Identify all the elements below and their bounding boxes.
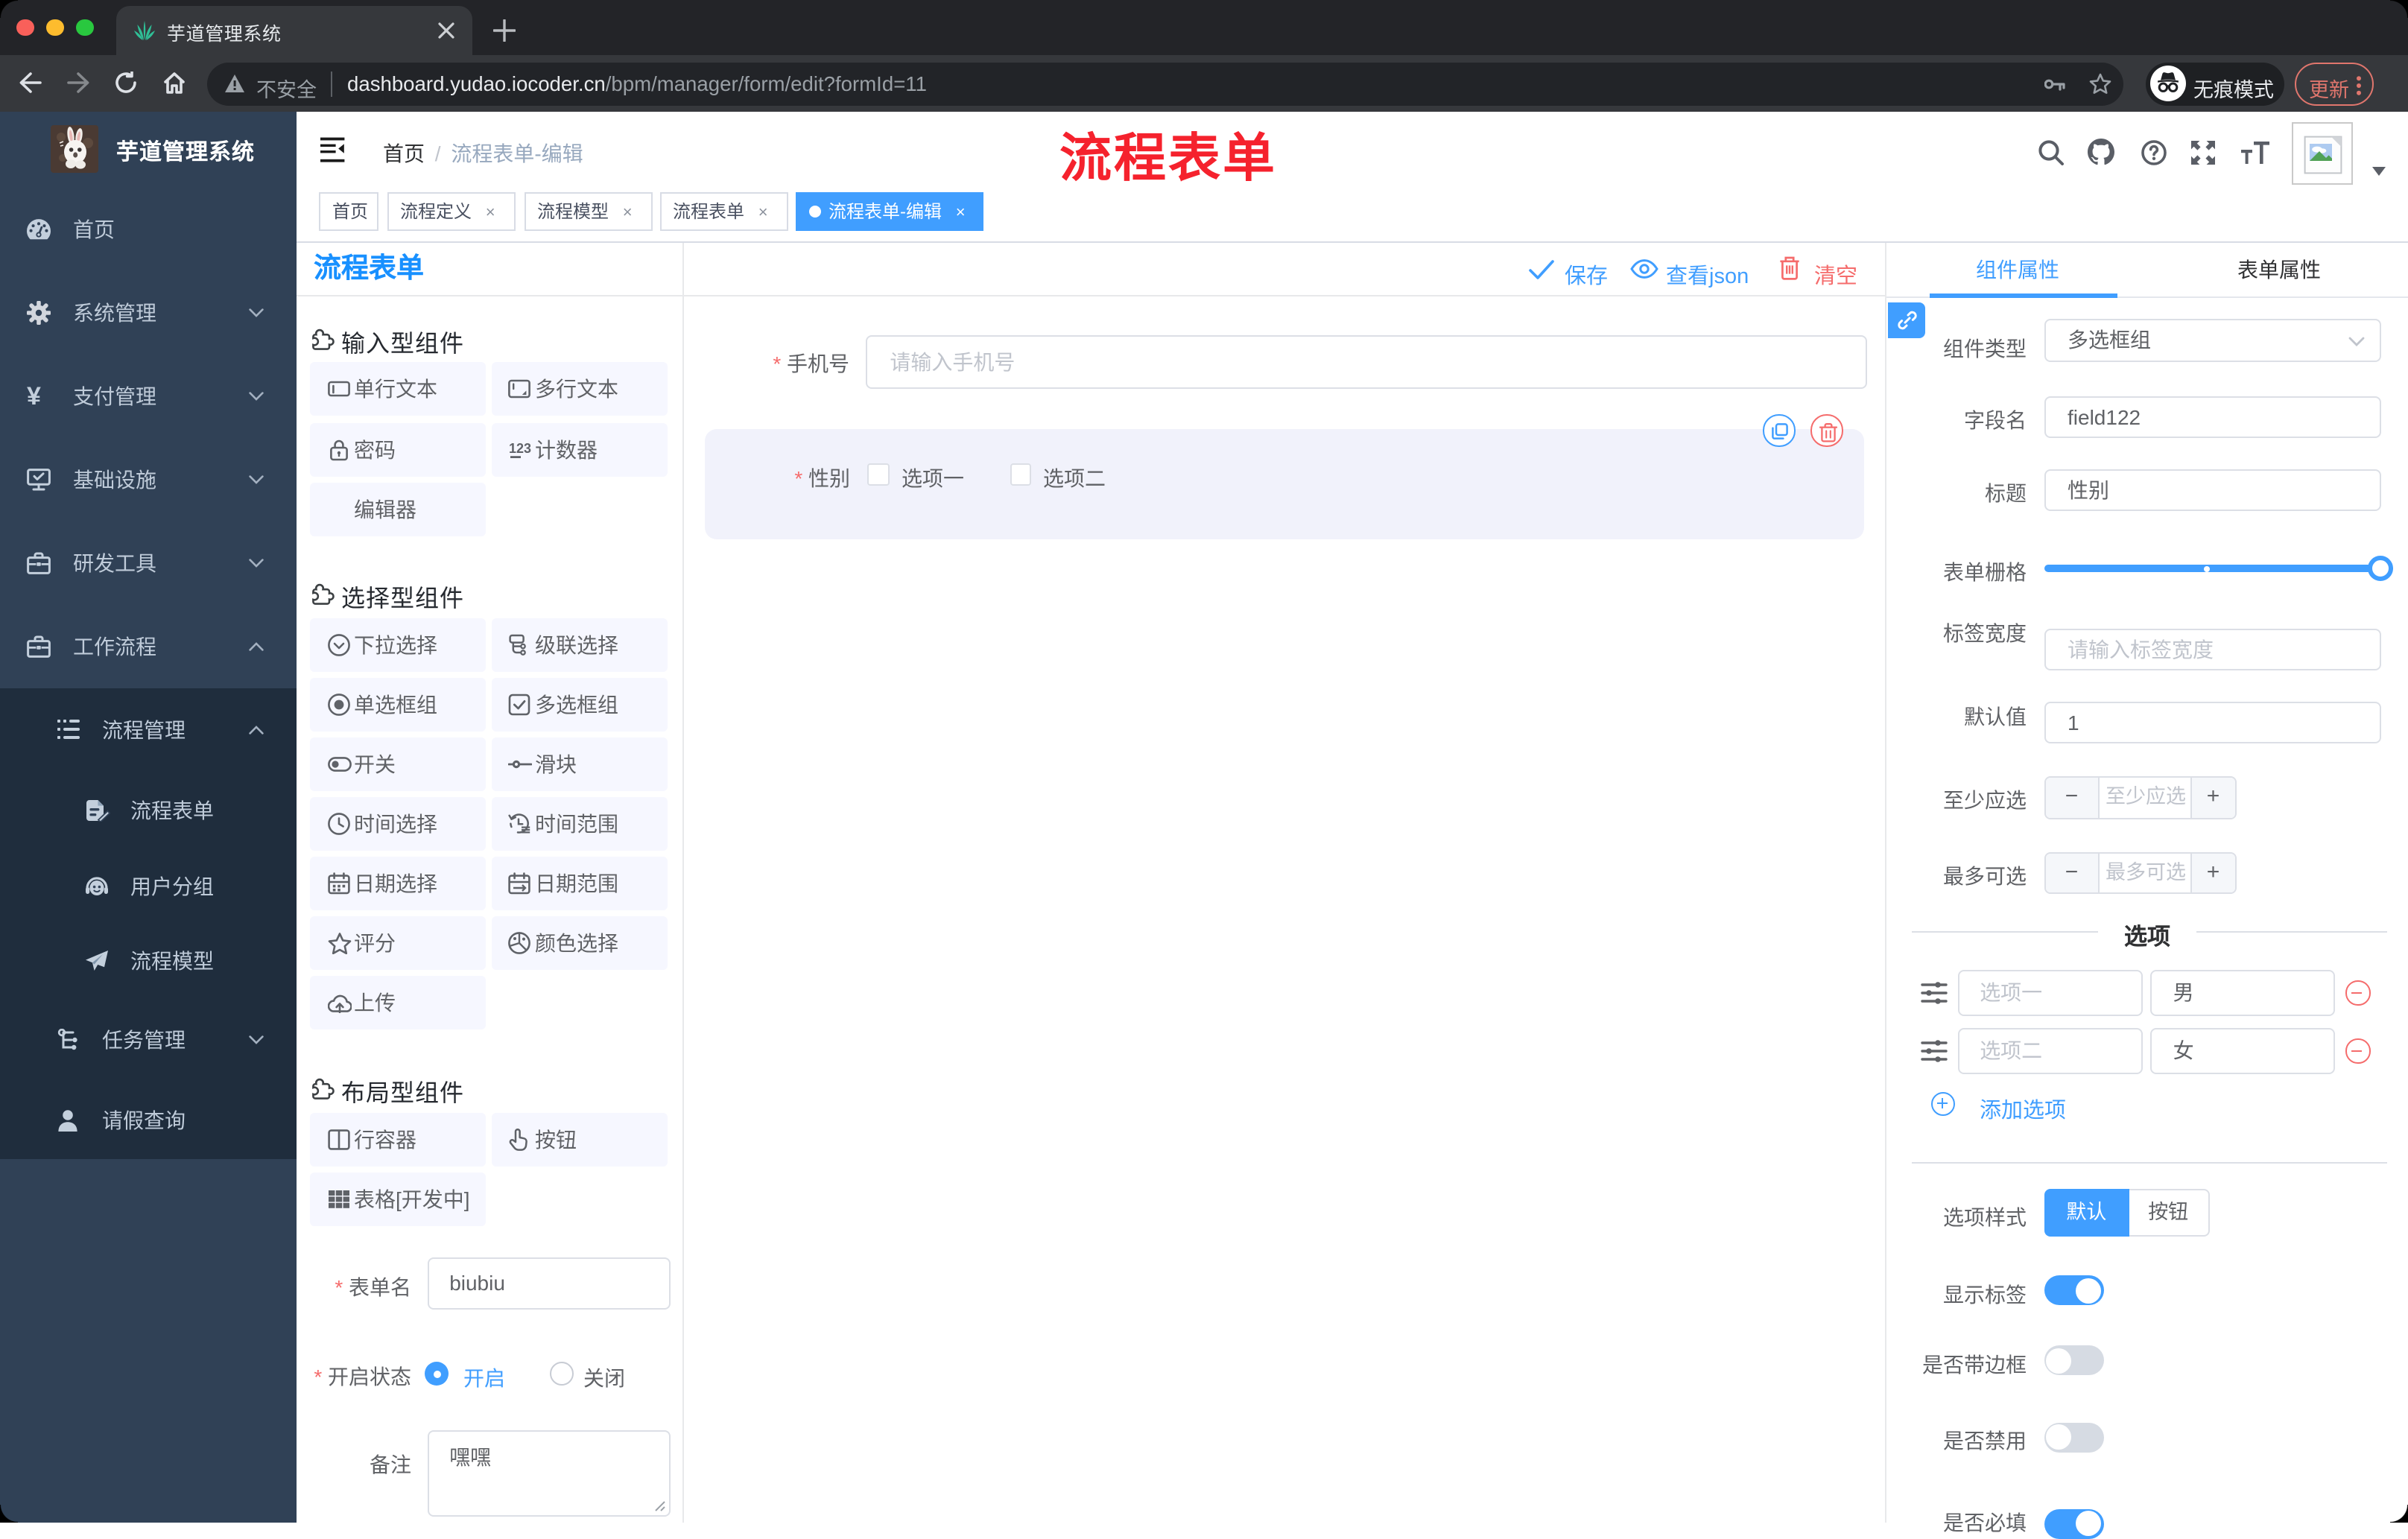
svg-text:123: 123 [509,440,531,455]
